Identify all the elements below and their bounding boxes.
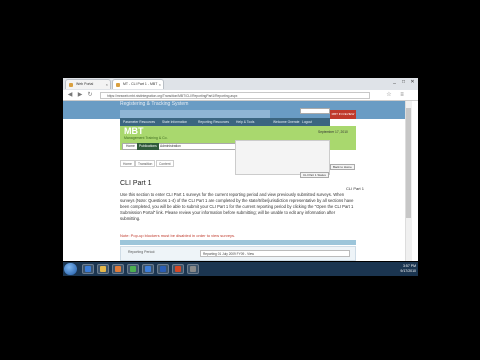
brand-subtitle: Management Training & Co. bbox=[124, 136, 168, 140]
header-tab-strip bbox=[120, 110, 270, 118]
nav-help-tools[interactable]: Help & Tools bbox=[236, 118, 254, 126]
maximize-button[interactable]: □ bbox=[399, 79, 408, 86]
reporting-period-select[interactable]: Reporting 01 July 2009 FY09 - View bbox=[200, 250, 350, 257]
side-label: CLI Part 1 bbox=[346, 186, 365, 191]
back-to-home-button[interactable]: Back to Home bbox=[330, 164, 355, 170]
system-title: Registering & Tracking System bbox=[120, 101, 189, 107]
popup-overlay bbox=[235, 140, 330, 175]
forward-icon[interactable]: ▶ bbox=[76, 91, 84, 100]
star-icon[interactable]: ☆ bbox=[385, 91, 393, 100]
tab-administration[interactable]: Administration bbox=[158, 143, 183, 150]
start-orb-icon[interactable] bbox=[64, 263, 77, 275]
explorer-icon-glyph bbox=[145, 266, 151, 272]
reporting-period-label: Reporting Period: bbox=[128, 250, 156, 254]
minimize-button[interactable]: _ bbox=[390, 79, 399, 86]
url-input[interactable]: https://mrsweb.mbt.nistintegration.org/T… bbox=[100, 92, 370, 99]
tab-publications[interactable]: Publications bbox=[137, 143, 159, 150]
close-window-button[interactable]: ✕ bbox=[408, 79, 417, 86]
nav-welcome: Welcome Gnerate bbox=[273, 120, 300, 124]
powerpoint-icon-glyph bbox=[175, 266, 181, 272]
search-input[interactable] bbox=[300, 108, 330, 114]
menu-icon[interactable]: ≡ bbox=[398, 91, 406, 100]
page-icon bbox=[116, 83, 120, 87]
table-header bbox=[120, 240, 356, 245]
app-icon-glyph bbox=[190, 266, 196, 272]
nav-parameter-resources[interactable]: Parameter Resources bbox=[123, 118, 155, 126]
nav-state-information[interactable]: State Information bbox=[162, 118, 187, 126]
tab-home[interactable]: Home bbox=[124, 143, 137, 150]
review-button[interactable]: MBT IN REVIEW bbox=[330, 110, 356, 119]
app-icon[interactable] bbox=[187, 264, 199, 274]
close-icon[interactable]: × bbox=[106, 80, 108, 89]
tab-label: Web Portal bbox=[76, 82, 94, 86]
close-icon[interactable]: × bbox=[159, 80, 161, 89]
folder-icon-glyph bbox=[100, 266, 106, 272]
nav-reporting-resources[interactable]: Reporting Resources bbox=[198, 118, 229, 126]
popup-note: Note: Pop-up blockers must be disabled i… bbox=[120, 233, 236, 238]
current-date: September 17, 2010 bbox=[318, 130, 348, 134]
clock-date: 9/17/2010 bbox=[400, 269, 416, 273]
word-icon-glyph bbox=[160, 266, 166, 272]
page-title: CLI Part 1 bbox=[120, 180, 152, 187]
chrome-icon[interactable] bbox=[127, 264, 139, 274]
instructions-text: Use this section to enter CLI Part 1 sur… bbox=[120, 192, 354, 222]
back-icon[interactable]: ◀ bbox=[66, 91, 74, 100]
word-icon[interactable] bbox=[157, 264, 169, 274]
breadcrumb-content[interactable]: Content bbox=[156, 160, 174, 167]
tab-label: MT - CLI Part 1 - MBT bbox=[123, 82, 158, 86]
media-icon[interactable] bbox=[112, 264, 124, 274]
page-icon bbox=[69, 83, 73, 87]
ie-icon[interactable] bbox=[82, 264, 94, 274]
browser-tab-active[interactable]: MT - CLI Part 1 - MBT × bbox=[112, 79, 164, 89]
browser-tab[interactable]: Web Portal × bbox=[65, 79, 111, 89]
folder-icon[interactable] bbox=[97, 264, 109, 274]
breadcrumb-transition[interactable]: Transition bbox=[135, 160, 156, 167]
media-icon-glyph bbox=[115, 266, 121, 272]
breadcrumb-home[interactable]: Home bbox=[120, 160, 135, 167]
scrollbar-thumb[interactable] bbox=[406, 108, 411, 218]
powerpoint-icon[interactable] bbox=[172, 264, 184, 274]
reload-icon[interactable]: ↻ bbox=[86, 91, 94, 100]
brand-logo: MBT bbox=[124, 126, 144, 136]
ie-icon-glyph bbox=[85, 266, 91, 272]
taskbar-clock[interactable]: 3:57 PM 9/17/2010 bbox=[390, 264, 416, 274]
explorer-icon[interactable] bbox=[142, 264, 154, 274]
logout-link[interactable]: Logout bbox=[302, 118, 312, 126]
status-button[interactable]: CLI Part 1 Status bbox=[300, 172, 329, 178]
chrome-icon-glyph bbox=[130, 266, 136, 272]
